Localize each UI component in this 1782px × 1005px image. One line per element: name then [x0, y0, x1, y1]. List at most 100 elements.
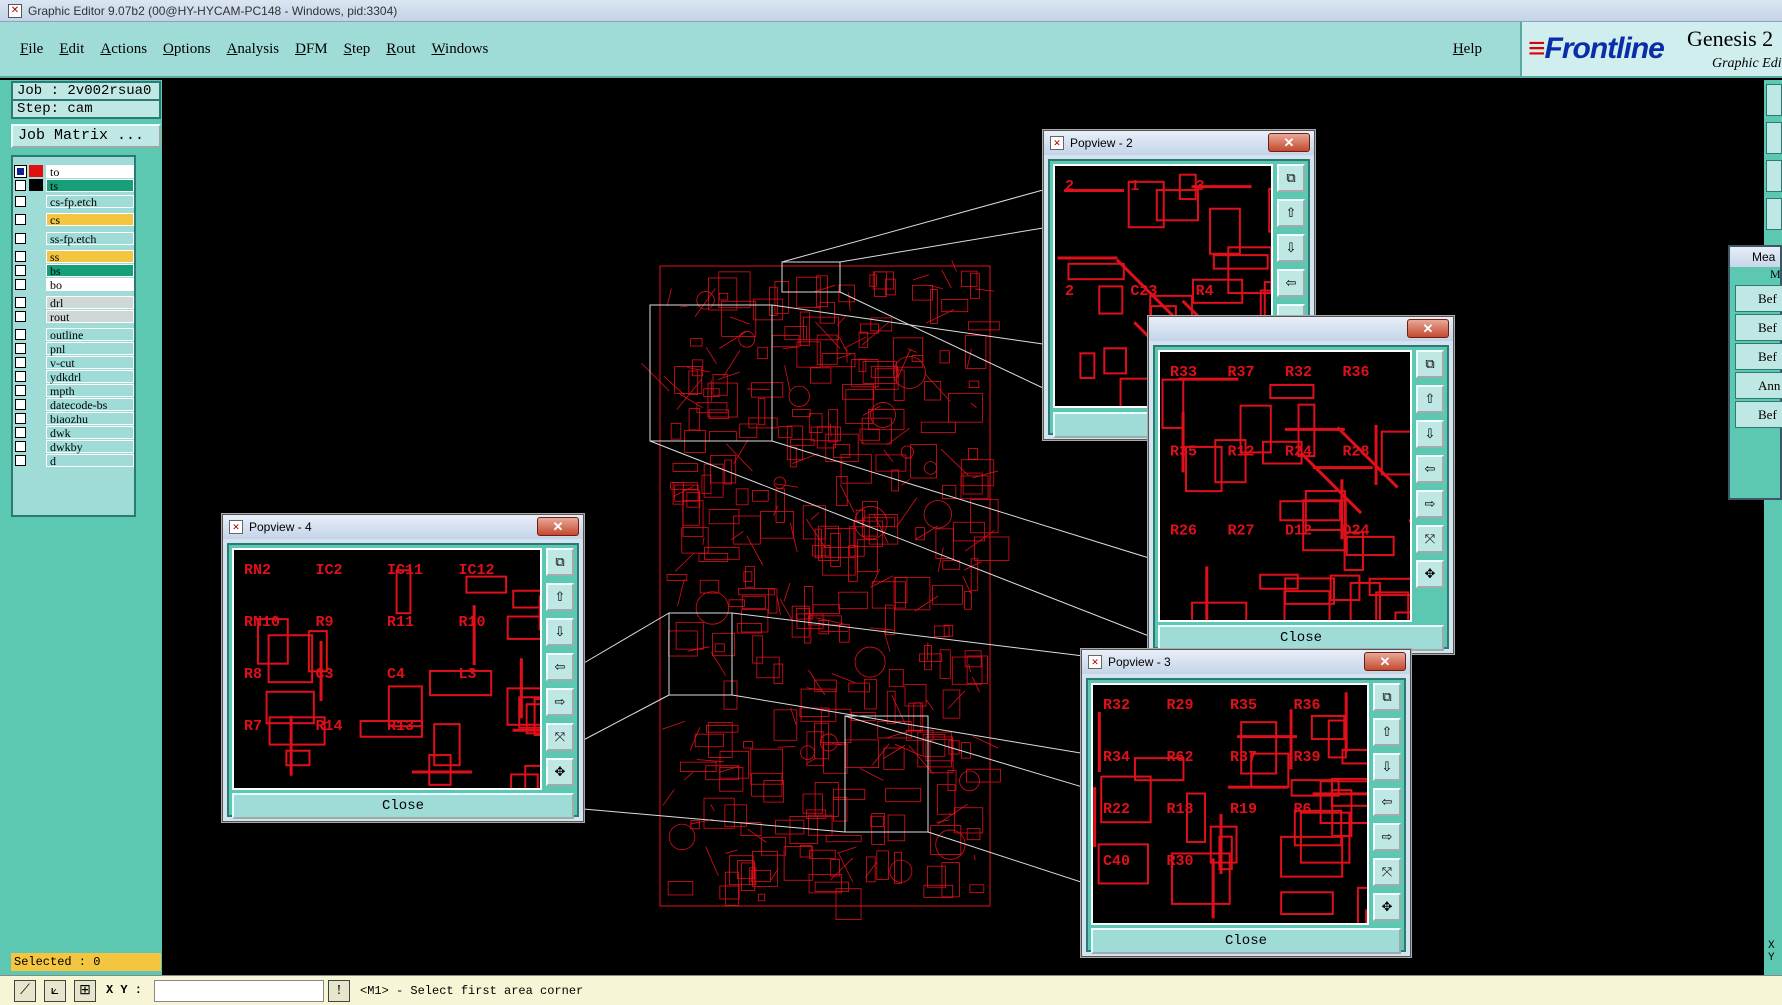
- layer-checkbox[interactable]: [15, 213, 26, 225]
- layer-row-to[interactable]: to: [14, 164, 134, 178]
- grid-icon[interactable]: ⊞: [74, 980, 96, 1002]
- layer-checkbox[interactable]: [15, 195, 26, 207]
- right-tool-button[interactable]: [1766, 198, 1782, 230]
- menu-dfm[interactable]: DFM: [295, 41, 328, 58]
- zoom-tool-icon[interactable]: ⇨: [546, 688, 574, 716]
- popview-3-close-button[interactable]: Close: [1091, 928, 1401, 954]
- menu-rout[interactable]: Rout: [386, 41, 415, 58]
- layer-checkbox[interactable]: [15, 412, 26, 424]
- layer-checkbox[interactable]: [15, 179, 26, 191]
- layer-row-pnl[interactable]: pnl: [15, 341, 134, 355]
- zoom-tool-icon[interactable]: ⤧: [1373, 858, 1401, 886]
- layer-row-ss[interactable]: ss: [15, 249, 134, 263]
- zoom-tool-icon[interactable]: ⧉: [546, 548, 574, 576]
- layer-checkbox[interactable]: [15, 454, 26, 466]
- menu-help[interactable]: Help: [1453, 41, 1482, 58]
- layer-checkbox[interactable]: [15, 232, 26, 244]
- layer-checkbox[interactable]: [15, 440, 26, 452]
- zoom-tool-icon[interactable]: ⇦: [1416, 455, 1444, 483]
- layer-checkbox[interactable]: [14, 164, 27, 178]
- layer-row-outline[interactable]: outline: [15, 327, 134, 341]
- popview-4-close-button[interactable]: Close: [232, 793, 574, 819]
- close-icon[interactable]: ✕: [1268, 133, 1310, 152]
- layer-checkbox[interactable]: [15, 310, 26, 322]
- layer-checkbox[interactable]: [15, 384, 26, 396]
- layer-row-rout[interactable]: rout: [15, 309, 134, 323]
- xy-input[interactable]: [154, 980, 324, 1002]
- layer-row-datecode-bs[interactable]: datecode-bs: [15, 397, 134, 411]
- measure-title[interactable]: Mea: [1730, 247, 1780, 267]
- zoom-tool-icon[interactable]: ⇩: [546, 618, 574, 646]
- zoom-tool-icon[interactable]: ⧉: [1416, 350, 1444, 378]
- popview-3-view[interactable]: R32 R29 R35 R36 R34 R62 R37 R39 R22 R18 R19 R6 C40 R3…: [1091, 683, 1369, 925]
- layer-checkbox[interactable]: [15, 370, 26, 382]
- layer-row-v-cut[interactable]: v-cut: [15, 355, 134, 369]
- snap-icon[interactable]: ⟋: [14, 980, 36, 1002]
- measure-option[interactable]: Bef: [1735, 401, 1782, 428]
- close-icon[interactable]: ✕: [1364, 652, 1406, 671]
- zoom-tool-icon[interactable]: ⇦: [546, 653, 574, 681]
- zoom-tool-icon[interactable]: ⧉: [1373, 683, 1401, 711]
- measure-option[interactable]: Bef: [1735, 285, 1782, 312]
- popview-1-view[interactable]: R33 R37 R32 R36 R35 R12 R24 R28 R26 R27 D12 D24: [1158, 350, 1412, 622]
- layer-row-mpth[interactable]: mpth: [15, 383, 134, 397]
- layer-row-biaozhu[interactable]: biaozhu: [15, 411, 134, 425]
- layer-row-ts[interactable]: ts: [15, 178, 134, 192]
- menu-analysis[interactable]: Analysis: [227, 41, 280, 58]
- zoom-tool-icon[interactable]: ⇨: [1373, 823, 1401, 851]
- measure-icon[interactable]: ⟀: [44, 980, 66, 1002]
- menu-options[interactable]: Options: [163, 41, 211, 58]
- popview-3-titlebar[interactable]: ✕ Popview - 3 ✕: [1082, 650, 1410, 674]
- popview-4-titlebar[interactable]: ✕ Popview - 4 ✕: [223, 515, 583, 539]
- zoom-tool-icon[interactable]: ⇧: [1277, 199, 1305, 227]
- popview-1-titlebar[interactable]: ✕: [1149, 317, 1453, 341]
- layer-row-bs[interactable]: bs: [15, 263, 134, 277]
- zoom-tool-icon[interactable]: ✥: [546, 758, 574, 786]
- popview-2-titlebar[interactable]: ✕ Popview - 2 ✕: [1044, 131, 1314, 155]
- zoom-tool-icon[interactable]: ⤧: [1416, 525, 1444, 553]
- layer-checkbox[interactable]: [15, 264, 26, 276]
- menu-windows[interactable]: Windows: [431, 41, 488, 58]
- layer-row-dwkby[interactable]: dwkby: [15, 439, 134, 453]
- menu-step[interactable]: Step: [344, 41, 371, 58]
- zoom-tool-icon[interactable]: ⇩: [1416, 420, 1444, 448]
- alert-icon[interactable]: !: [328, 980, 350, 1002]
- right-tool-button[interactable]: [1766, 160, 1782, 192]
- measure-option[interactable]: Bef: [1735, 343, 1782, 370]
- close-icon[interactable]: ✕: [1407, 319, 1449, 338]
- layer-row-cs-fp.etch[interactable]: cs-fp.etch: [15, 194, 134, 208]
- layer-checkbox[interactable]: [15, 278, 26, 290]
- zoom-tool-icon[interactable]: ⇦: [1277, 269, 1305, 297]
- layer-checkbox[interactable]: [15, 250, 26, 262]
- layer-row-ss-fp.etch[interactable]: ss-fp.etch: [15, 231, 134, 245]
- layer-checkbox[interactable]: [15, 356, 26, 368]
- popview-4-view[interactable]: RN2 IC2 IC11 IC12 RN10 R9 R11 R10 R8 C3 C4 L3 R7 R14 R…: [232, 548, 542, 790]
- layer-row-bo[interactable]: bo: [15, 277, 134, 291]
- layer-checkbox[interactable]: [15, 342, 26, 354]
- zoom-tool-icon[interactable]: ⇩: [1373, 753, 1401, 781]
- zoom-tool-icon[interactable]: ⇨: [1416, 490, 1444, 518]
- zoom-tool-icon[interactable]: ⤧: [546, 723, 574, 751]
- job-matrix-button[interactable]: Job Matrix ...: [11, 124, 161, 148]
- menu-file[interactable]: File: [20, 41, 43, 58]
- zoom-tool-icon[interactable]: ⇧: [546, 583, 574, 611]
- menu-actions[interactable]: Actions: [100, 41, 147, 58]
- layer-row-d[interactable]: d: [15, 453, 134, 467]
- layer-checkbox[interactable]: [15, 398, 26, 410]
- layer-checkbox[interactable]: [15, 426, 26, 438]
- zoom-tool-icon[interactable]: ⧉: [1277, 164, 1305, 192]
- layer-row-ydkdrl[interactable]: ydkdrl: [15, 369, 134, 383]
- right-tool-button[interactable]: [1766, 84, 1782, 116]
- right-tool-button[interactable]: [1766, 122, 1782, 154]
- close-icon[interactable]: ✕: [537, 517, 579, 536]
- layer-row-cs[interactable]: cs: [15, 212, 134, 226]
- layer-checkbox[interactable]: [15, 328, 26, 340]
- zoom-tool-icon[interactable]: ⇩: [1277, 234, 1305, 262]
- zoom-tool-icon[interactable]: ✥: [1373, 893, 1401, 921]
- layer-checkbox[interactable]: [15, 296, 26, 308]
- layer-row-dwk[interactable]: dwk: [15, 425, 134, 439]
- menu-edit[interactable]: Edit: [59, 41, 84, 58]
- zoom-tool-icon[interactable]: ⇧: [1373, 718, 1401, 746]
- zoom-tool-icon[interactable]: ⇧: [1416, 385, 1444, 413]
- zoom-tool-icon[interactable]: ✥: [1416, 560, 1444, 588]
